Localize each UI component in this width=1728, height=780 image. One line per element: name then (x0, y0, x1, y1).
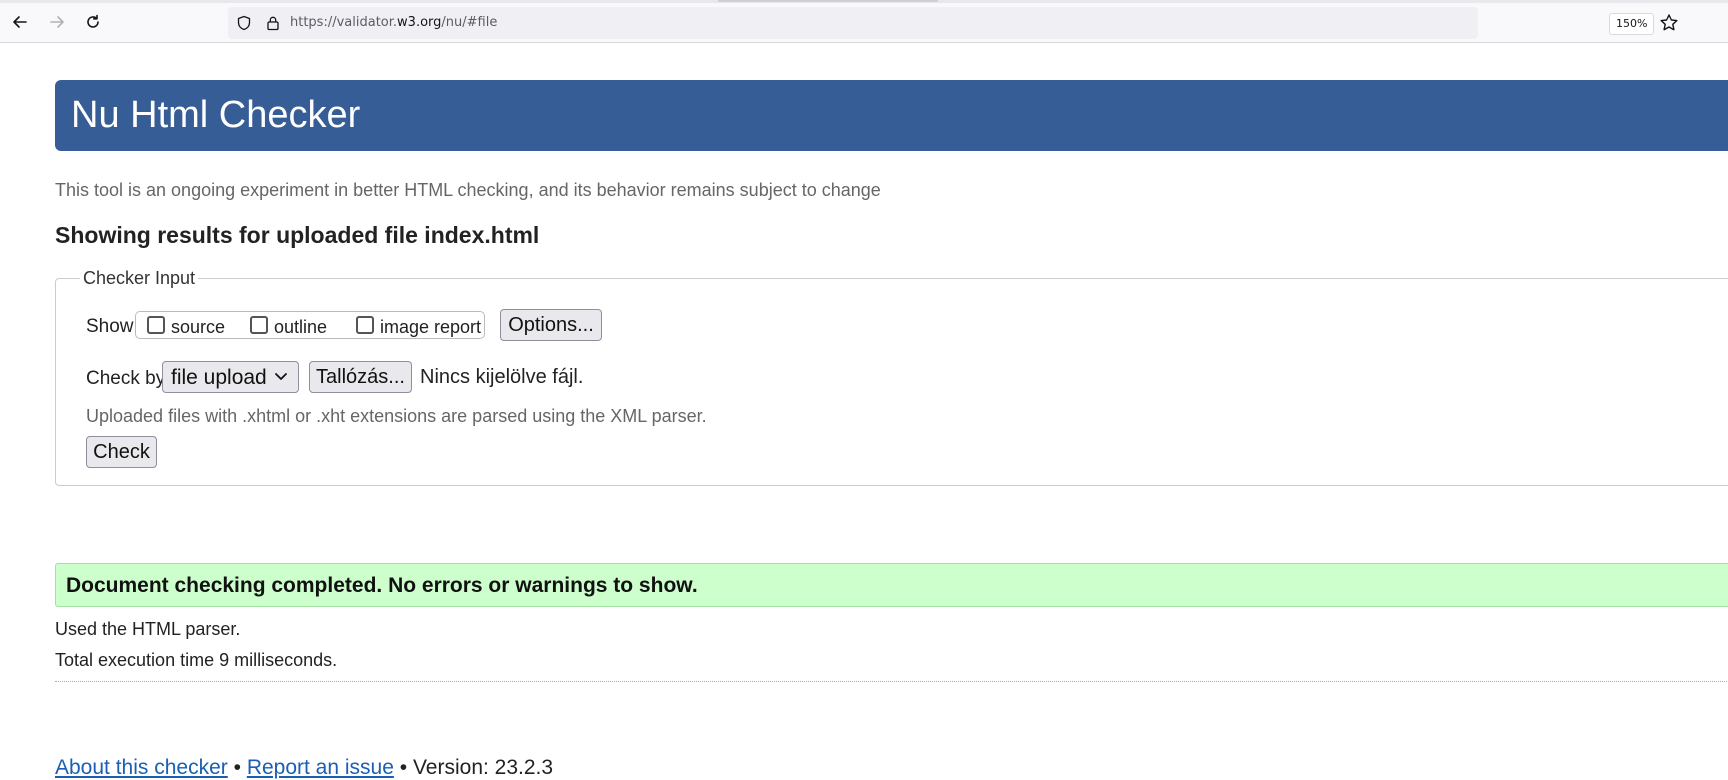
active-tab-indicator (718, 0, 938, 2)
url-domain: w3.org (397, 15, 442, 30)
browser-toolbar: https://validator.w3.org/nu/#file 150% (0, 0, 1728, 43)
check-by-selected-value: file upload (171, 366, 267, 389)
tagline: This tool is an ongoing experiment in be… (55, 180, 881, 200)
reload-button[interactable] (81, 10, 105, 34)
url-suffix: /nu/#file (441, 15, 498, 30)
image-report-checkbox-label[interactable]: image report (380, 317, 481, 338)
page-title: Nu Html Checker (71, 94, 361, 136)
version-text: Version: 23.2.3 (412, 756, 554, 779)
success-message: Document checking completed. No errors o… (66, 574, 698, 597)
results-heading: Showing results for uploaded file index.… (55, 222, 540, 248)
reload-icon (87, 14, 99, 28)
fieldset-legend: Checker Input (80, 268, 199, 289)
xml-parser-note: Uploaded files with .xhtml or .xht exten… (86, 406, 707, 426)
success-message-box: Document checking completed. No errors o… (55, 563, 1728, 607)
about-checker-link[interactable]: About this checker (55, 756, 228, 779)
check-by-select[interactable]: file upload (162, 361, 299, 393)
report-issue-link[interactable]: Report an issue (247, 756, 394, 779)
chevron-down-icon (275, 373, 287, 380)
bookmark-star-icon[interactable] (1658, 12, 1680, 34)
parser-info: Used the HTML parser. (55, 619, 241, 639)
footer: About this checker • Report an issue • V… (55, 756, 553, 780)
no-file-selected-text: Nincs kijelölve fájl. (420, 366, 584, 388)
url-text[interactable]: https://validator.w3.org/nu/#file (290, 15, 497, 30)
lock-icon[interactable] (265, 15, 281, 31)
forward-arrow-icon (50, 16, 64, 28)
tracking-protection-shield-icon[interactable] (236, 15, 252, 31)
image-report-checkbox[interactable] (356, 316, 374, 334)
source-checkbox-label[interactable]: source (171, 317, 225, 338)
execution-time-info: Total execution time 9 milliseconds. (55, 650, 338, 670)
outline-checkbox-label[interactable]: outline (274, 317, 327, 338)
check-button[interactable]: Check (86, 436, 157, 468)
source-checkbox[interactable] (147, 316, 165, 334)
options-button[interactable]: Options... (500, 309, 602, 341)
browse-file-button[interactable]: Tallózás... (309, 361, 412, 393)
url-prefix: https://validator. (290, 15, 398, 30)
back-button[interactable] (8, 10, 32, 34)
back-arrow-icon (13, 16, 27, 28)
footer-separator: • (233, 756, 241, 779)
checker-input-fieldset (55, 278, 1728, 486)
show-label: Show (86, 316, 134, 337)
address-bar[interactable]: https://validator.w3.org/nu/#file (228, 7, 1478, 39)
zoom-level-badge[interactable]: 150% (1609, 13, 1655, 35)
footer-separator-2: • (399, 756, 408, 779)
results-divider (55, 681, 1728, 682)
page-header-banner: Nu Html Checker (55, 80, 1728, 151)
outline-checkbox[interactable] (250, 316, 268, 334)
check-by-label: Check by (86, 368, 166, 389)
forward-button[interactable] (45, 10, 69, 34)
